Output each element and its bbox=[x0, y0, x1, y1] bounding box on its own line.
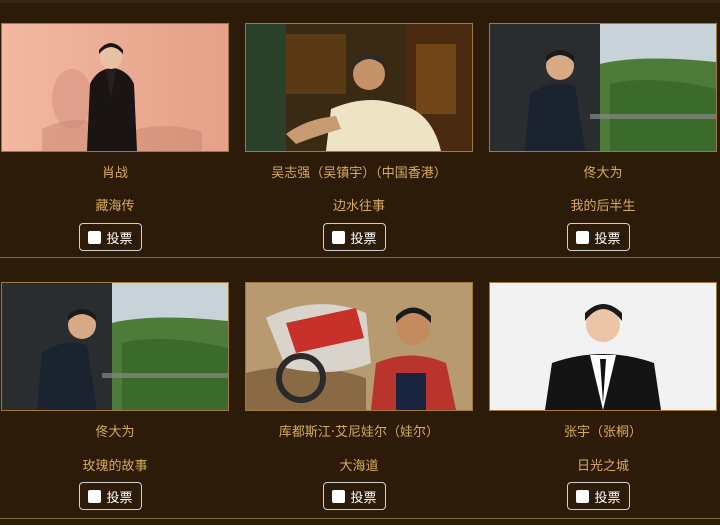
vote-button[interactable]: 投票 bbox=[323, 223, 386, 251]
candidate-photo[interactable] bbox=[245, 23, 473, 152]
vote-label: 投票 bbox=[106, 231, 133, 247]
candidate-work: 大海道 bbox=[339, 459, 379, 474]
candidate-photo[interactable] bbox=[1, 23, 229, 152]
candidate-name: 肖战 bbox=[101, 166, 128, 181]
candidate-photo[interactable] bbox=[1, 282, 229, 411]
vote-button[interactable]: 投票 bbox=[567, 223, 630, 251]
vote-button[interactable]: 投票 bbox=[79, 223, 142, 251]
vote-label: 投票 bbox=[594, 490, 621, 506]
candidate-work: 我的后半生 bbox=[570, 199, 636, 214]
candidate-work: 日光之城 bbox=[576, 459, 629, 474]
candidate-work: 藏海传 bbox=[95, 199, 135, 214]
candidate-name: 张宇（张桐） bbox=[563, 425, 642, 440]
candidate-name: 佟大为 bbox=[95, 425, 135, 440]
candidate-photo[interactable] bbox=[489, 23, 717, 152]
candidate-row-1: 肖战 藏海传 投票 吴志强（吴镇宇）（中国香港） 边水往事 投票 佟大为 我的后… bbox=[0, 0, 720, 258]
candidate-work: 边水往事 bbox=[332, 199, 385, 214]
candidate-name: 吴志强（吴镇宇）（中国香港） bbox=[271, 166, 447, 181]
checkbox-icon[interactable] bbox=[576, 230, 590, 244]
candidate-photo[interactable] bbox=[489, 282, 717, 411]
checkbox-icon[interactable] bbox=[332, 489, 346, 503]
vote-button[interactable]: 投票 bbox=[567, 482, 630, 510]
candidate-name: 库都斯江·艾尼娃尔（娃尔） bbox=[278, 425, 440, 440]
vote-button[interactable]: 投票 bbox=[79, 482, 142, 510]
vote-label: 投票 bbox=[350, 231, 377, 247]
vote-button[interactable]: 投票 bbox=[323, 482, 386, 510]
checkbox-icon[interactable] bbox=[88, 489, 102, 503]
candidate-photo[interactable] bbox=[245, 282, 473, 411]
vote-label: 投票 bbox=[350, 490, 377, 506]
checkbox-icon[interactable] bbox=[576, 489, 590, 503]
candidate-row-2: 佟大为 玫瑰的故事 投票 库都斯江·艾尼娃尔（娃尔） 大海道 投票 张宇（张桐）… bbox=[0, 258, 720, 525]
vote-label: 投票 bbox=[106, 490, 133, 506]
checkbox-icon[interactable] bbox=[88, 230, 102, 244]
checkbox-icon[interactable] bbox=[332, 230, 346, 244]
section-divider bbox=[0, 518, 720, 519]
candidate-work: 玫瑰的故事 bbox=[82, 459, 148, 474]
candidate-name: 佟大为 bbox=[583, 166, 623, 181]
vote-label: 投票 bbox=[594, 231, 621, 247]
